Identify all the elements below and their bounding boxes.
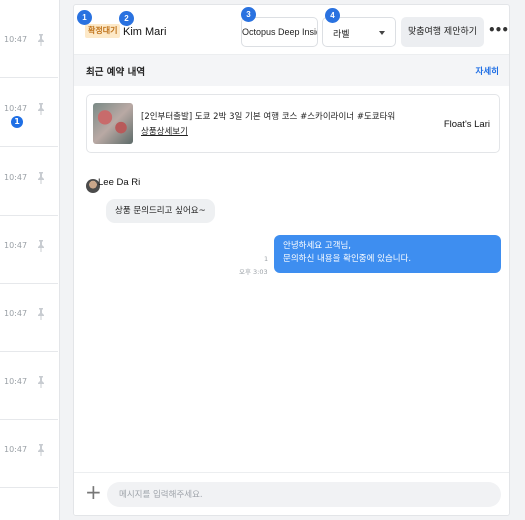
product-button[interactable]: Octopus Deep Inside xyxy=(241,17,318,47)
conversation-row[interactable]: 10:47 xyxy=(0,352,58,420)
conversation-time: 10:47 xyxy=(4,241,28,251)
incoming-message: 상품 문의드리고 싶어요~ xyxy=(106,199,215,223)
conversation-time: 10:47 xyxy=(4,173,28,183)
pin-icon[interactable] xyxy=(36,240,46,253)
conversation-time: 10:47 xyxy=(4,445,28,455)
outgoing-message-line: 안녕하세요 고객님, xyxy=(283,241,351,251)
chat-panel: 확정대기 Kim Mari Octopus Deep Inside 라벨 맞춤여… xyxy=(73,4,510,516)
conversation-time: 10:47 xyxy=(4,104,28,114)
message-time: 오후 3:03 xyxy=(239,268,268,276)
outgoing-message-line: 문의하신 내용을 확인중에 있습니다. xyxy=(283,254,412,264)
chat-header: 확정대기 Kim Mari Octopus Deep Inside 라벨 맞춤여… xyxy=(74,5,509,55)
pin-icon[interactable] xyxy=(36,103,46,116)
conversation-time: 10:47 xyxy=(4,35,28,45)
label-select-value: 라벨 xyxy=(333,30,350,40)
recent-booking-title: 최근 예약 내역 xyxy=(86,67,146,78)
pin-icon[interactable] xyxy=(36,34,46,47)
message-composer: + xyxy=(74,472,509,515)
unread-count-badge: 1 xyxy=(11,115,23,128)
product-detail-link[interactable]: 상품상세보기 xyxy=(141,125,188,137)
recent-booking-header: 최근 예약 내역 자세히 xyxy=(74,55,509,86)
outgoing-message: 안녕하세요 고객님, 문의하신 내용을 확인중에 있습니다. xyxy=(274,235,501,273)
pin-icon[interactable] xyxy=(36,308,46,321)
conversation-time: 10:47 xyxy=(4,309,28,319)
pin-icon[interactable] xyxy=(36,444,46,457)
annotation-badge-3: 3 xyxy=(241,7,256,22)
chevron-down-icon xyxy=(379,31,385,35)
customer-name: Kim Mari xyxy=(123,26,167,38)
plus-icon[interactable]: + xyxy=(85,482,102,502)
sender-name: Lee Da Ri xyxy=(98,177,141,188)
annotation-badge-1: 1 xyxy=(77,10,92,25)
conversation-list: 10:47 10:47 1 10:47 10:47 10:47 10:47 10… xyxy=(0,0,60,520)
pin-icon[interactable] xyxy=(36,172,46,185)
product-thumbnail xyxy=(93,103,133,144)
conversation-row[interactable]: 10:47 xyxy=(0,216,58,284)
conversation-time: 10:47 xyxy=(4,377,28,387)
partner-name: Float's Lari xyxy=(443,119,490,130)
annotation-badge-2: 2 xyxy=(119,11,134,26)
conversation-row[interactable]: 10:47 xyxy=(0,10,58,78)
conversation-row[interactable]: 10:47 xyxy=(0,420,58,488)
propose-custom-trip-button[interactable]: 맞춤여행 제안하기 xyxy=(401,17,484,47)
status-badge: 확정대기 xyxy=(85,24,121,38)
booking-detail-link[interactable]: 자세히 xyxy=(476,65,499,77)
pin-icon[interactable] xyxy=(36,376,46,389)
conversation-row[interactable]: 10:47 1 xyxy=(0,79,58,147)
message-input[interactable] xyxy=(107,482,501,507)
conversation-row[interactable]: 10:47 xyxy=(0,284,58,352)
conversation-row[interactable]: 10:47 xyxy=(0,148,58,216)
booking-card[interactable]: [2인부터출발] 도쿄 2박 3일 기본 여행 코스 #스카이라이너 #도쿄타워… xyxy=(86,94,500,153)
more-options-button[interactable]: ••• xyxy=(488,20,509,40)
read-count: 1 xyxy=(264,255,269,263)
annotation-badge-4: 4 xyxy=(325,8,340,23)
product-title: [2인부터출발] 도쿄 2박 3일 기본 여행 코스 #스카이라이너 #도쿄타워 xyxy=(141,112,396,122)
